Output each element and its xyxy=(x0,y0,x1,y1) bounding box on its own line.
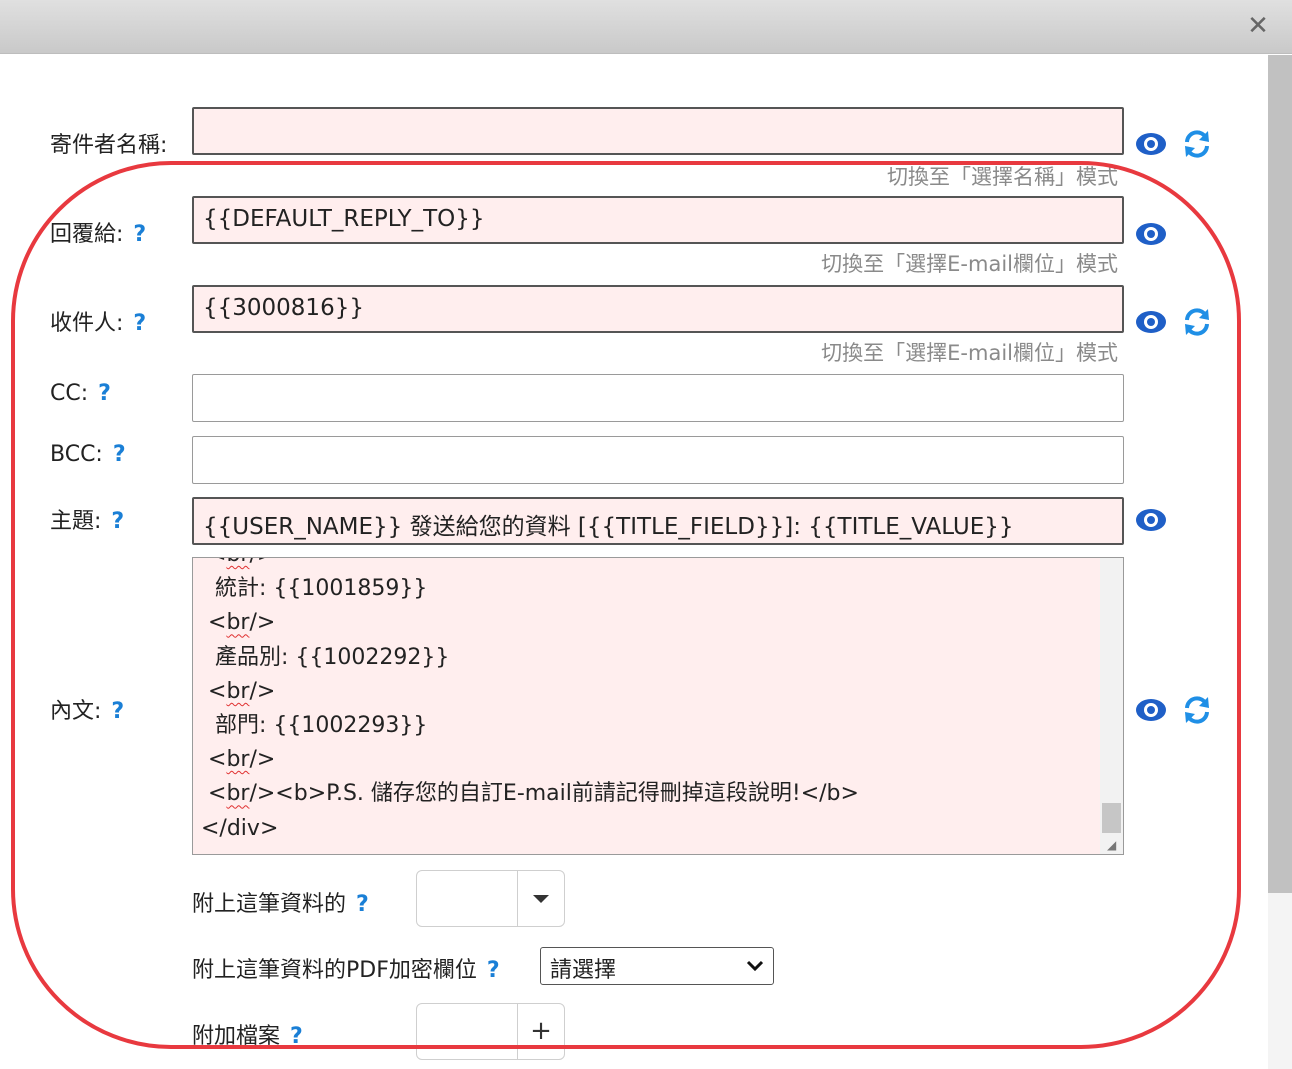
bcc-label: BCC:? xyxy=(50,442,126,467)
recipient-field[interactable]: {{3000816}} xyxy=(192,285,1124,333)
eye-icon[interactable] xyxy=(1134,697,1168,723)
bcc-field[interactable] xyxy=(192,436,1124,484)
content-label: 內文:? xyxy=(50,699,125,724)
pdf-encrypt-select[interactable]: 請選擇 xyxy=(540,947,774,985)
content-line: <br/><b>P.S. 儲存您的自訂E-mail前請記得刪掉這段說明!</b> xyxy=(201,781,859,807)
plus-icon[interactable]: + xyxy=(518,1004,564,1059)
content-line: <br/> xyxy=(201,558,859,572)
recipient-label: 收件人:? xyxy=(50,311,147,336)
content-textarea[interactable]: <br/> 統計: {{1001859}} <br/> 產品別: {{10022… xyxy=(192,557,1124,855)
sender-name-field[interactable] xyxy=(192,107,1124,155)
reply-to-help-icon[interactable]: ? xyxy=(133,222,146,247)
subject-help-icon[interactable]: ? xyxy=(111,509,124,534)
content-line: </div> xyxy=(201,815,279,841)
refresh-icon[interactable] xyxy=(1181,128,1213,160)
chevron-down-icon xyxy=(746,960,764,972)
close-icon[interactable]: ✕ xyxy=(1244,12,1272,40)
eye-icon[interactable] xyxy=(1134,309,1168,335)
cc-help-icon[interactable]: ? xyxy=(98,381,111,406)
reply-to-field[interactable]: {{DEFAULT_REPLY_TO}} xyxy=(192,196,1124,244)
content-line: 部門: {{1002293}} xyxy=(201,713,428,739)
caret-down-icon[interactable] xyxy=(518,871,564,926)
attachment-picker[interactable]: + xyxy=(416,1003,565,1060)
pdf-encrypt-selected: 請選擇 xyxy=(550,958,617,983)
content-line: <br/> xyxy=(201,678,276,704)
content-line: <br/> xyxy=(201,747,276,773)
spellcheck-word: br xyxy=(226,781,250,807)
reply-to-label: 回覆給:? xyxy=(50,222,147,247)
sender-name-label: 寄件者名稱: xyxy=(50,133,168,158)
content-scrollbar-thumb[interactable] xyxy=(1102,803,1121,833)
spellcheck-word: br xyxy=(226,747,250,773)
attachment-label: 附加檔案? xyxy=(192,1024,303,1049)
content-line: 產品別: {{1002292}} xyxy=(201,644,450,670)
cc-label: CC:? xyxy=(50,381,111,406)
attach-record-label: 附上這筆資料的? xyxy=(192,892,369,917)
pdf-encrypt-help-icon[interactable]: ? xyxy=(487,958,500,983)
attachment-help-icon[interactable]: ? xyxy=(290,1024,303,1049)
eye-icon[interactable] xyxy=(1134,507,1168,533)
sender-name-mode-toggle[interactable]: 切換至「選擇名稱」模式 xyxy=(887,161,1118,191)
content-help-icon[interactable]: ? xyxy=(111,699,124,724)
refresh-icon[interactable] xyxy=(1181,694,1213,726)
pdf-encrypt-label: 附上這筆資料的PDF加密欄位? xyxy=(192,958,500,983)
attach-record-help-icon[interactable]: ? xyxy=(356,892,369,917)
subject-label: 主題:? xyxy=(50,509,125,534)
content-line: 統計: {{1001859}} xyxy=(201,576,428,602)
dialog-scrollbar-thumb[interactable] xyxy=(1268,55,1292,893)
spellcheck-word: br xyxy=(226,610,250,636)
attach-record-dropdown[interactable] xyxy=(416,870,565,927)
resize-handle-icon[interactable]: ◢ xyxy=(1107,838,1121,852)
cc-field[interactable] xyxy=(192,374,1124,422)
refresh-icon[interactable] xyxy=(1181,306,1213,338)
subject-field[interactable]: {{USER_NAME}} 發送給您的資料 [{{TITLE_FIELD}}]:… xyxy=(192,497,1124,545)
eye-icon[interactable] xyxy=(1134,131,1168,157)
eye-icon[interactable] xyxy=(1134,221,1168,247)
content-text: <br/> 統計: {{1001859}} <br/> 產品別: {{10022… xyxy=(201,558,859,846)
recipient-mode-toggle[interactable]: 切換至「選擇E-mail欄位」模式 xyxy=(821,337,1118,367)
spellcheck-word: br xyxy=(226,678,250,704)
recipient-help-icon[interactable]: ? xyxy=(133,311,146,336)
bcc-help-icon[interactable]: ? xyxy=(113,442,126,467)
reply-to-mode-toggle[interactable]: 切換至「選擇E-mail欄位」模式 xyxy=(821,248,1118,278)
dialog-titlebar: ✕ xyxy=(0,0,1292,54)
spellcheck-word: br xyxy=(226,558,249,567)
content-line: <br/> xyxy=(201,610,276,636)
